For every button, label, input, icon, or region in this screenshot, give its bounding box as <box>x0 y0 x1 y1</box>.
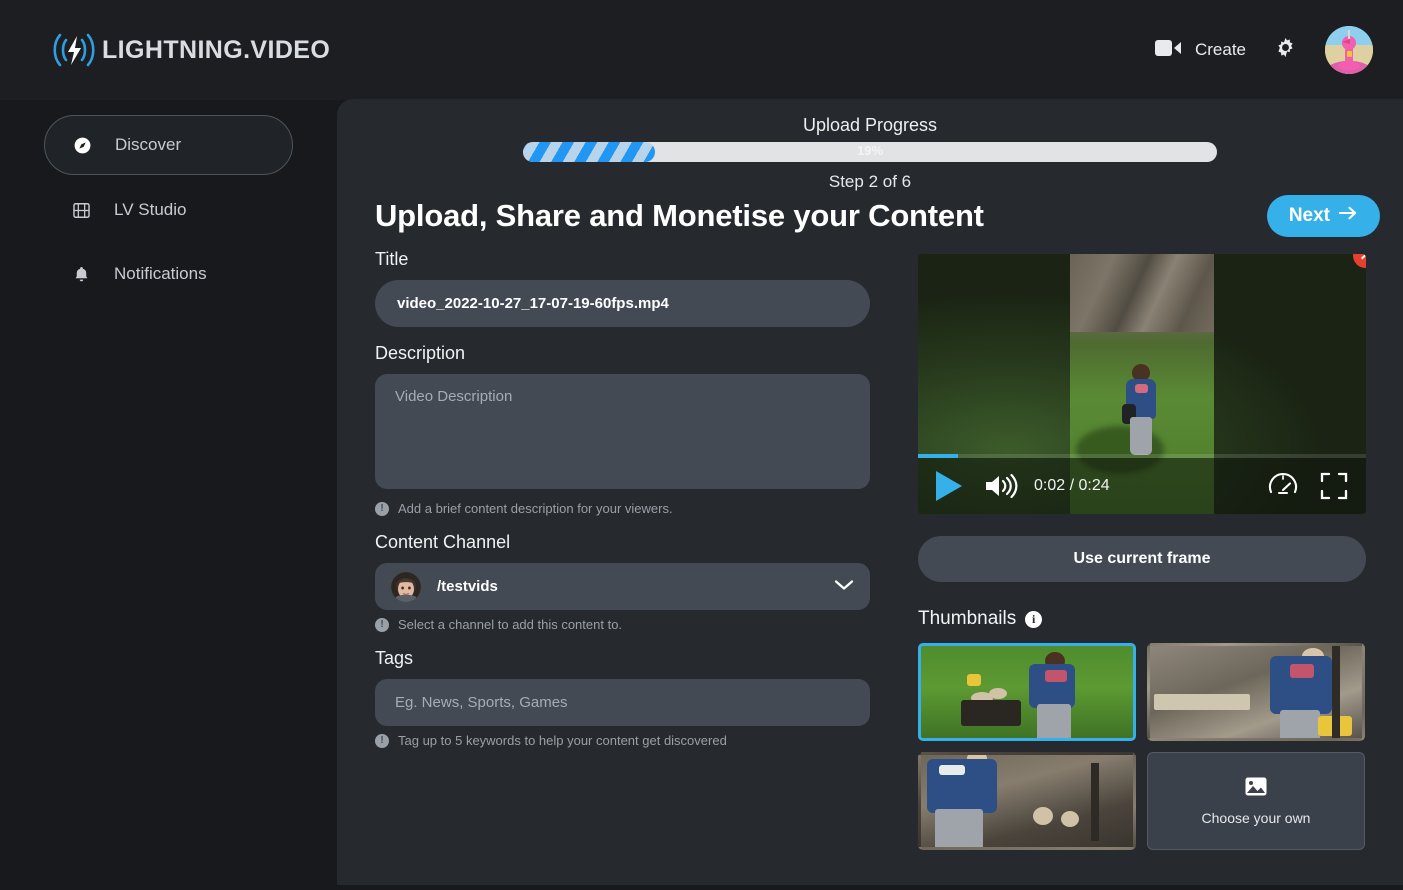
film-strip-icon <box>70 199 92 221</box>
upload-progress-title: Upload Progress <box>523 115 1217 136</box>
channel-hint: ! Select a channel to add this content t… <box>375 617 870 632</box>
thumbnails-header: Thumbnails i <box>918 608 1366 630</box>
sidebar-item-label: LV Studio <box>114 200 186 220</box>
main-panel: Upload Progress 19% Step 2 of 6 Upload, … <box>337 99 1403 885</box>
sidebar: Discover LV Studio Notifications <box>0 100 337 890</box>
thumbnail-option-2[interactable] <box>1147 643 1365 741</box>
page-title: Upload, Share and Monetise your Content <box>375 198 984 234</box>
create-button[interactable]: Create <box>1155 39 1246 62</box>
tags-field-label: Tags <box>375 648 870 669</box>
video-camera-icon <box>1155 39 1182 62</box>
next-button[interactable]: Next <box>1267 195 1380 237</box>
sidebar-item-discover[interactable]: Discover <box>44 115 293 175</box>
thumbnails-title: Thumbnails <box>918 608 1016 630</box>
volume-high-icon[interactable] <box>984 472 1018 500</box>
channel-select[interactable]: /testvids <box>375 563 870 610</box>
image-icon <box>1245 777 1267 801</box>
app-root: LIGHTNING.VIDEO Create <box>0 0 1403 890</box>
title-input[interactable] <box>375 280 870 327</box>
play-icon[interactable] <box>936 471 962 501</box>
info-icon[interactable]: i <box>1025 611 1042 628</box>
choose-your-own-label: Choose your own <box>1202 810 1311 826</box>
tags-input[interactable] <box>375 679 870 726</box>
brand-name: LIGHTNING.VIDEO <box>102 36 330 65</box>
gear-icon[interactable] <box>1274 36 1297 64</box>
video-frame-person <box>1124 364 1158 454</box>
upload-progress-section: Upload Progress 19% Step 2 of 6 <box>523 115 1217 192</box>
playback-speed-icon[interactable] <box>1268 471 1298 501</box>
channel-avatar <box>391 572 421 602</box>
bell-icon <box>70 263 92 285</box>
thumbnail-grid: Choose your own <box>918 643 1366 850</box>
tags-hint-text: Tag up to 5 keywords to help your conten… <box>398 733 727 748</box>
compass-icon <box>71 134 93 156</box>
title-field-label: Title <box>375 249 870 270</box>
brand-logo[interactable]: LIGHTNING.VIDEO <box>48 28 330 72</box>
chevron-down-icon[interactable] <box>834 578 854 596</box>
channel-name: /testvids <box>437 578 498 595</box>
description-input[interactable] <box>375 374 870 489</box>
video-controls: 0:02 / 0:24 <box>918 458 1366 514</box>
next-button-label: Next <box>1289 205 1330 227</box>
preview-column: 0:02 / 0:24 <box>918 254 1366 850</box>
description-hint: ! Add a brief content description for yo… <box>375 501 870 516</box>
channel-hint-text: Select a channel to add this content to. <box>398 617 622 632</box>
lightning-bolt-waves-icon <box>48 28 100 72</box>
sidebar-item-label: Discover <box>115 135 181 155</box>
step-indicator: Step 2 of 6 <box>523 172 1217 192</box>
sidebar-item-lv-studio[interactable]: LV Studio <box>44 181 293 239</box>
video-time-display: 0:02 / 0:24 <box>1034 477 1110 495</box>
choose-your-own-button[interactable]: Choose your own <box>1147 752 1365 850</box>
app-header: LIGHTNING.VIDEO Create <box>0 0 1403 100</box>
thumbnail-option-1[interactable] <box>918 643 1136 741</box>
arrow-right-icon <box>1339 205 1358 227</box>
exclamation-circle-icon: ! <box>375 502 389 516</box>
tags-hint: ! Tag up to 5 keywords to help your cont… <box>375 733 870 748</box>
page-heading-row: Upload, Share and Monetise your Content … <box>375 195 1380 237</box>
progress-bar: 19% <box>523 142 1217 162</box>
fullscreen-icon[interactable] <box>1320 472 1348 500</box>
create-label: Create <box>1195 40 1246 60</box>
progress-percent-label: 19% <box>523 143 1217 158</box>
header-actions: Create <box>1155 26 1373 74</box>
sidebar-item-notifications[interactable]: Notifications <box>44 245 293 303</box>
thumbnail-option-3[interactable] <box>918 752 1136 850</box>
upload-form: Title Description ! Add a brief content … <box>375 249 870 748</box>
description-field-label: Description <box>375 343 870 364</box>
sidebar-item-label: Notifications <box>114 264 207 284</box>
exclamation-circle-icon: ! <box>375 618 389 632</box>
video-controls-right <box>1268 471 1348 501</box>
video-player[interactable]: 0:02 / 0:24 <box>918 254 1366 514</box>
description-hint-text: Add a brief content description for your… <box>398 501 673 516</box>
exclamation-circle-icon: ! <box>375 734 389 748</box>
avatar[interactable] <box>1325 26 1373 74</box>
channel-field-label: Content Channel <box>375 532 870 553</box>
video-frame-woodpile <box>1070 254 1214 332</box>
use-current-frame-button[interactable]: Use current frame <box>918 536 1366 582</box>
